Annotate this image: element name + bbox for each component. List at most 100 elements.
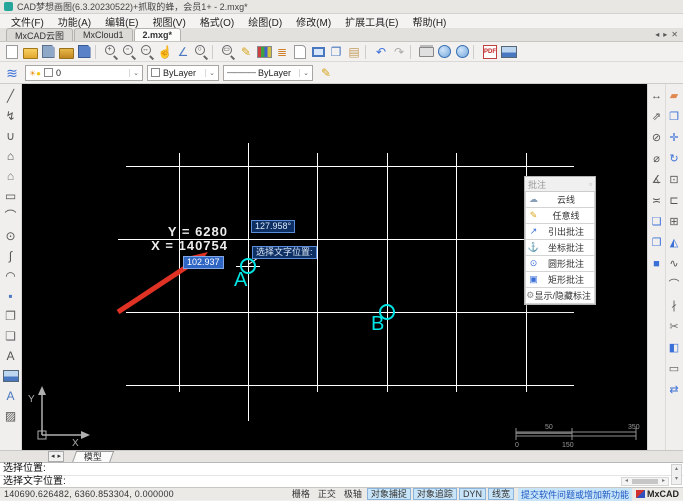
scroll-down-icon[interactable]: ▾ <box>672 475 681 485</box>
scroll-right-icon[interactable]: ▸ <box>659 478 668 485</box>
save-as-icon[interactable] <box>75 43 93 60</box>
doc-tab[interactable]: MxCloud1 <box>74 28 133 41</box>
panel-options-icon[interactable]: ▫ <box>589 180 592 189</box>
color-palette-icon[interactable] <box>255 43 273 60</box>
export-pdf-icon[interactable]: PDF <box>483 45 497 59</box>
circle-icon[interactable]: ⊙ <box>2 226 20 246</box>
redo-icon[interactable]: ↷ <box>390 43 408 60</box>
dim-radius-icon[interactable]: ⊘ <box>649 128 665 149</box>
mtext-icon[interactable]: A <box>2 386 20 406</box>
menu-item[interactable]: 视图(V) <box>145 14 192 29</box>
menu-item[interactable]: 帮助(H) <box>406 14 454 29</box>
dropdown-arrow-icon[interactable]: ⌄ <box>129 69 139 77</box>
scale-icon[interactable]: ⊡ <box>666 170 682 191</box>
dim-aligned-icon[interactable]: ⇗ <box>649 107 665 128</box>
doc-tab[interactable]: MxCAD云图 <box>6 28 73 41</box>
dim-linear-icon[interactable]: ↔ <box>649 86 665 107</box>
status-toggle-DYN[interactable]: DYN <box>459 488 486 500</box>
menu-item[interactable]: 绘图(D) <box>241 14 289 29</box>
status-toggle-栅格[interactable]: 栅格 <box>289 489 313 499</box>
block-export-icon[interactable]: ❐ <box>327 43 345 60</box>
menu-item[interactable]: 文件(F) <box>4 14 51 29</box>
status-toggle-对象捕捉[interactable]: 对象捕捉 <box>367 488 411 500</box>
offset-icon[interactable]: ⊏ <box>666 191 682 212</box>
layout-icon[interactable] <box>291 43 309 60</box>
area-cover-icon[interactable]: ■ <box>649 254 665 275</box>
point-icon[interactable]: ▪ <box>2 286 20 306</box>
polygon-inscribed-icon[interactable]: ⌂ <box>2 146 20 166</box>
coordinate-annotation-item[interactable]: ⚓坐标批注 <box>525 240 595 256</box>
tab-model[interactable]: 模型 <box>72 451 114 463</box>
print-icon[interactable] <box>417 43 435 60</box>
command-scrollbar[interactable]: ▴ ▾ <box>671 464 682 485</box>
zoom-window-icon[interactable]: ▫ <box>120 43 138 60</box>
draw-pencil-icon[interactable]: ✎ <box>317 64 335 81</box>
dropdown-arrow-icon[interactable]: ⌄ <box>299 69 309 77</box>
mirror-icon[interactable]: ◭ <box>666 233 682 254</box>
open-file-icon[interactable] <box>21 43 39 60</box>
explode-icon[interactable]: ◧ <box>666 338 682 359</box>
draw-order-icon[interactable]: ✎ <box>237 43 255 60</box>
leader-annotation-item[interactable]: ↗引出批注 <box>525 224 595 240</box>
copy-icon[interactable]: ❐ <box>666 107 682 128</box>
dim-baseline-icon[interactable]: ≍ <box>649 191 665 212</box>
save-icon[interactable] <box>39 43 57 60</box>
spline-edit-icon[interactable]: ∿ <box>666 254 682 275</box>
toggle-annotation-item[interactable]: ⚙显示/隐藏标注 <box>525 288 595 304</box>
annotation-panel-header[interactable]: 批注 ▫ <box>525 177 595 192</box>
options-icon[interactable]: ▤ <box>345 43 363 60</box>
join-icon[interactable]: ⇄ <box>666 380 682 401</box>
scrollbar-thumb[interactable] <box>632 479 658 484</box>
menu-item[interactable]: 编辑(E) <box>98 14 145 29</box>
open-folder-icon[interactable] <box>57 43 75 60</box>
stretch-icon[interactable]: ▭ <box>666 359 682 380</box>
cloud-line-item[interactable]: ☁云线 <box>525 192 595 208</box>
fillet-icon[interactable]: ⌒ <box>666 275 682 296</box>
erase-icon[interactable]: ▰ <box>666 86 682 107</box>
color-select[interactable]: ByLayer ⌄ <box>147 65 219 81</box>
menu-item[interactable]: 格式(O) <box>193 14 241 29</box>
menu-item[interactable]: 扩展工具(E) <box>338 14 405 29</box>
hatch-icon[interactable]: ▨ <box>2 406 20 426</box>
zoom-extents-icon[interactable]: ↔ <box>138 43 156 60</box>
web-page-icon[interactable] <box>453 43 471 60</box>
status-toggle-极轴[interactable]: 极轴 <box>341 489 365 499</box>
status-toggle-正交[interactable]: 正交 <box>315 489 339 499</box>
arc-start-end-icon[interactable]: ∪ <box>2 126 20 146</box>
status-toggle-对象追踪[interactable]: 对象追踪 <box>413 488 457 500</box>
linetype-select[interactable]: ———— ByLayer ⌄ <box>223 65 313 81</box>
menu-item[interactable]: 功能(A) <box>51 14 98 29</box>
polyline-icon[interactable]: ↯ <box>2 106 20 126</box>
rotate-icon[interactable]: ↻ <box>666 149 682 170</box>
spline-icon[interactable]: ∫ <box>2 246 20 266</box>
status-toggle-线宽[interactable]: 线宽 <box>488 488 514 500</box>
trim-icon[interactable]: ✂ <box>666 317 682 338</box>
array-icon[interactable]: ⊞ <box>666 212 682 233</box>
freehand-line-item[interactable]: ✎任意线 <box>525 208 595 224</box>
undo-icon[interactable]: ↶ <box>372 43 390 60</box>
feedback-link[interactable]: 提交软件问题或增加新功能 <box>518 488 632 501</box>
command-hscrollbar[interactable]: ◂ ▸ <box>621 477 669 486</box>
polygon-icon[interactable]: ⌂ <box>2 166 20 186</box>
ellipse-arc-icon[interactable]: ◠ <box>2 266 20 286</box>
tab-scroll-right-icon[interactable]: ▸ <box>663 30 667 39</box>
layers-icon[interactable]: ≋ <box>3 64 21 81</box>
arc-3point-icon[interactable]: ⌒ <box>2 206 20 226</box>
save-image-icon[interactable] <box>500 43 518 60</box>
text-icon[interactable]: A <box>2 346 20 366</box>
axis-measure-icon[interactable]: ∠ <box>174 43 192 60</box>
new-file-icon[interactable] <box>3 43 21 60</box>
doc-tab[interactable]: 2.mxg* <box>134 28 182 41</box>
image-attach-icon[interactable] <box>2 366 20 386</box>
scroll-up-icon[interactable]: ▴ <box>672 465 681 475</box>
dim-diameter-icon[interactable]: ⌀ <box>649 149 665 170</box>
dim-angular-icon[interactable]: ∡ <box>649 170 665 191</box>
menu-item[interactable]: 修改(M) <box>289 14 338 29</box>
text-style-icon[interactable]: ≣ <box>273 43 291 60</box>
pan-icon[interactable]: ☝ <box>156 43 174 60</box>
wipeout-frame-icon[interactable]: ❐ <box>649 233 665 254</box>
wipeout-icon[interactable]: ❏ <box>649 212 665 233</box>
dropdown-arrow-icon[interactable]: ⌄ <box>205 69 215 77</box>
scroll-left-icon[interactable]: ◂ <box>622 478 631 485</box>
break-icon[interactable]: ∤ <box>666 296 682 317</box>
